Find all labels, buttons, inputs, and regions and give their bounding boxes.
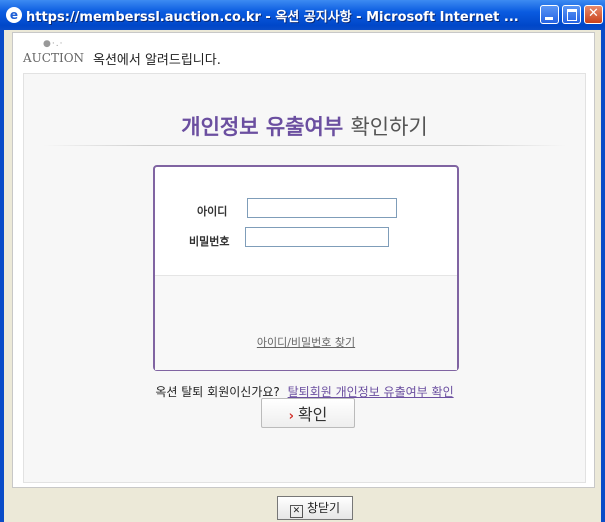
page-content: ●·.· AUCTION 옥션에서 알려드립니다. 개인정보 유출여부 확인하기… — [12, 32, 595, 488]
title-divider — [43, 145, 566, 146]
logo-text: AUCTION — [23, 51, 85, 65]
close-window-button[interactable]: ✕ 창닫기 — [277, 496, 353, 520]
close-button[interactable]: ✕ — [584, 5, 603, 24]
page-title: 개인정보 유출여부 확인하기 — [13, 111, 596, 141]
login-actions: › 확인 아이디/비밀번호 찾기 — [155, 275, 457, 428]
close-box-icon: ✕ — [289, 504, 303, 518]
window-titlebar[interactable]: e https://memberssl.auction.co.kr - 옥션 공… — [0, 0, 605, 30]
window-title: https://memberssl.auction.co.kr - 옥션 공지사… — [26, 10, 519, 25]
password-input[interactable] — [245, 227, 389, 247]
withdrawn-member-row: 옥션 탈퇴 회원이신가요? 탈퇴회원 개인정보 유출여부 확인 — [13, 383, 596, 400]
close-window-label: 창닫기 — [306, 500, 341, 515]
id-input[interactable] — [247, 198, 397, 218]
maximize-button[interactable] — [562, 5, 581, 24]
ie-icon: e — [6, 7, 22, 23]
auction-logo: ●·.· AUCTION — [23, 39, 87, 65]
password-label: 비밀번호 — [189, 235, 230, 248]
id-label: 아이디 — [197, 205, 228, 218]
page-title-highlight: 개인정보 유출여부 — [181, 115, 344, 139]
confirm-button[interactable]: › 확인 — [261, 398, 355, 428]
confirm-label: 확인 — [297, 405, 328, 424]
chevron-right-icon: › — [288, 409, 294, 424]
page-title-rest: 확인하기 — [350, 115, 428, 139]
login-box: 아이디 비밀번호 › 확인 아이디/비밀번호 찾기 — [153, 165, 459, 428]
logo-dots-icon: ●·.· — [43, 39, 64, 49]
find-id-password-link[interactable]: 아이디/비밀번호 찾기 — [155, 334, 457, 350]
minimize-button[interactable] — [540, 5, 559, 24]
notice-header: 옥션에서 알려드립니다. — [93, 53, 221, 68]
withdrawn-question: 옥션 탈퇴 회원이신가요? — [155, 385, 280, 399]
withdrawn-check-link[interactable]: 탈퇴회원 개인정보 유출여부 확인 — [288, 385, 454, 399]
